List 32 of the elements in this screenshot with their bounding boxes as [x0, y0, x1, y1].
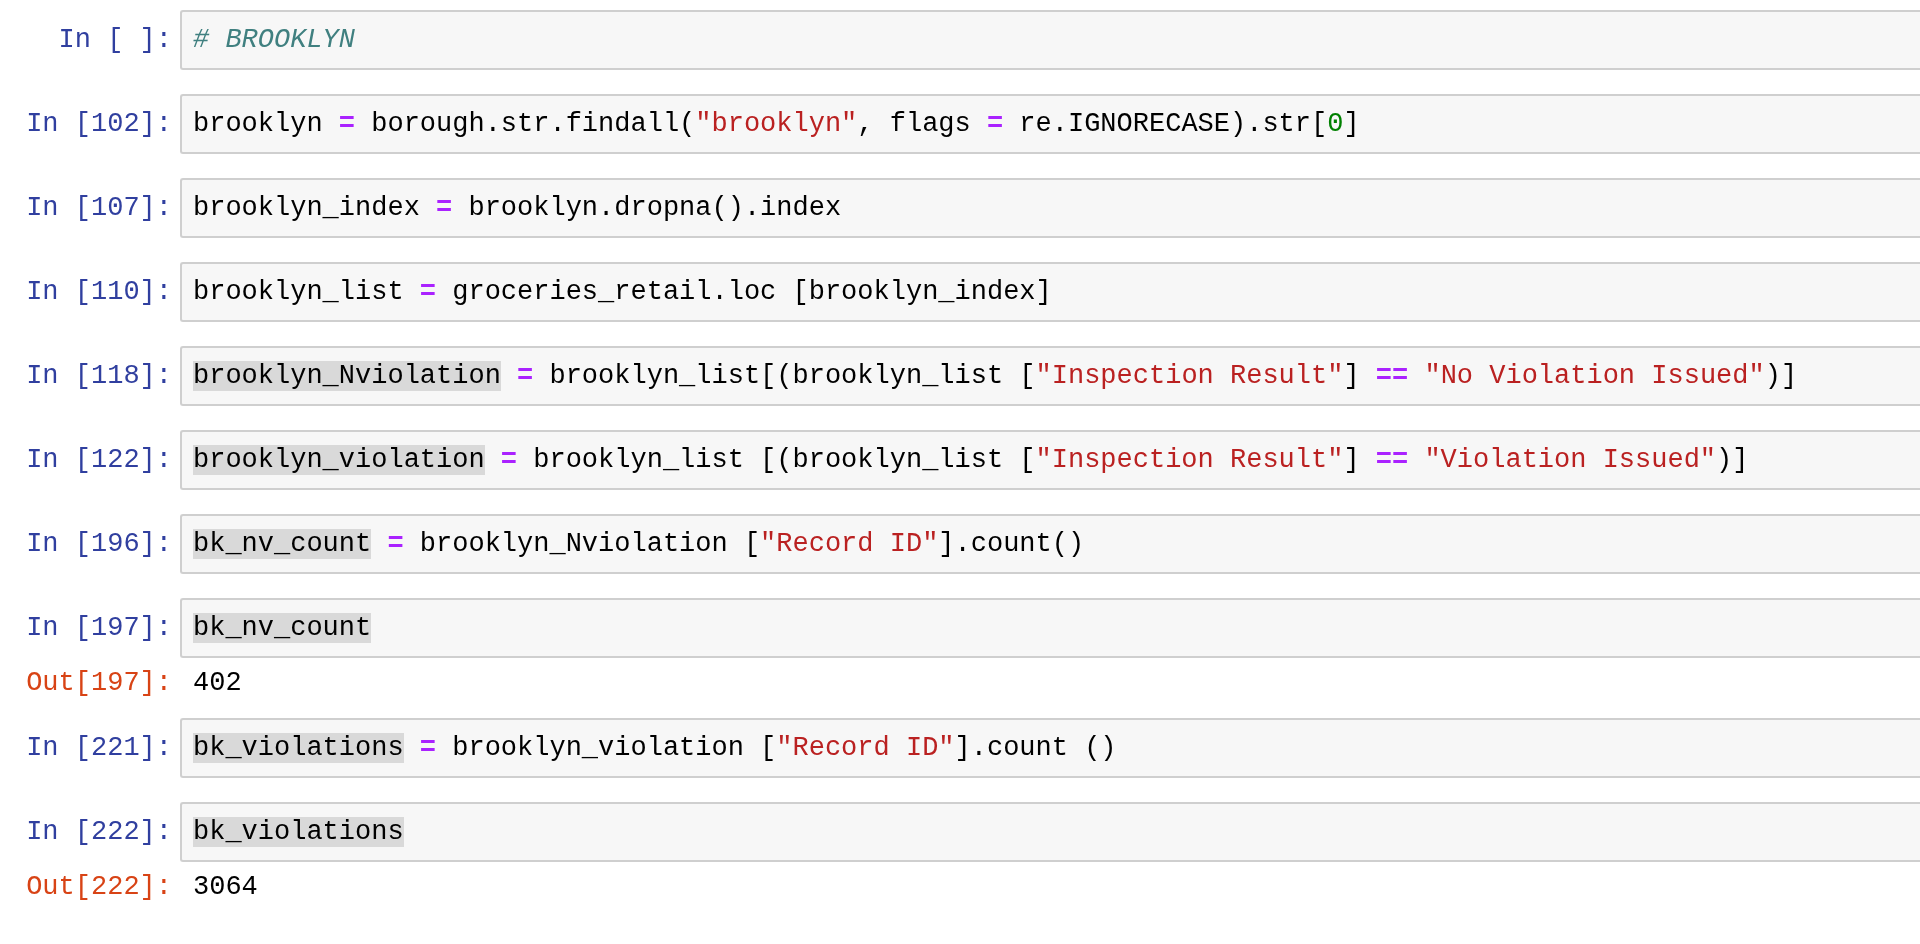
input-prompt: In [118]: — [25, 361, 173, 391]
input-prompt: In [221]: — [25, 733, 173, 763]
input-prompt: In [122]: — [25, 445, 173, 475]
code-cell[interactable]: # BROOKLYN — [180, 10, 1920, 70]
code-cell[interactable]: bk_nv_count — [180, 598, 1920, 658]
code-cell[interactable]: brooklyn_list = groceries_retail.loc [brooklyn_index] — [180, 262, 1920, 322]
input-prompt: In [197]: — [25, 613, 173, 643]
code-cell[interactable]: bk_violations — [180, 802, 1920, 862]
output-prompt: Out[197]: — [25, 668, 173, 698]
input-prompt: In [110]: — [25, 277, 173, 307]
code-cell[interactable]: brooklyn_Nviolation = brooklyn_list[(brooklyn_list ["Inspection Result"] == "No Violation Issued")] — [180, 346, 1920, 406]
output-prompt: Out[222]: — [25, 872, 173, 902]
code-cell[interactable]: bk_nv_count = brooklyn_Nviolation ["Record ID"].count() — [180, 514, 1920, 574]
input-prompt: In [222]: — [25, 817, 173, 847]
code-line: brooklyn_Nviolation = brooklyn_list[(brooklyn_list ["Inspection Result"] == "No Violation Issued")] — [193, 361, 1798, 391]
input-prompt: In [107]: — [25, 193, 173, 223]
code-cell[interactable]: brooklyn_violation = brooklyn_list [(brooklyn_list ["Inspection Result"] == "Violation Issued")] — [180, 430, 1920, 490]
code-line: # BROOKLYN — [193, 25, 356, 55]
code-cell[interactable]: brooklyn_index = brooklyn.dropna().index — [180, 178, 1920, 238]
output-text: 3064 — [192, 872, 258, 902]
code-cell[interactable]: bk_violations = brooklyn_violation ["Record ID"].count () — [180, 718, 1920, 778]
input-prompt: In [102]: — [25, 109, 173, 139]
code-line: brooklyn_index = brooklyn.dropna().index — [193, 193, 842, 223]
code-cell[interactable]: brooklyn = borough.str.findall("brooklyn", flags = re.IGNORECASE).str[0] — [180, 94, 1920, 154]
code-line: bk_nv_count = brooklyn_Nviolation ["Record ID"].count() — [193, 529, 1085, 559]
input-prompt: In [ ]: — [57, 25, 173, 55]
output-text: 402 — [192, 668, 242, 698]
code-line: bk_violations = brooklyn_violation ["Record ID"].count () — [193, 733, 1117, 763]
code-line: brooklyn_violation = brooklyn_list [(brooklyn_list ["Inspection Result"] == "Violation Issued")] — [193, 445, 1749, 475]
code-line: brooklyn = borough.str.findall("brooklyn", flags = re.IGNORECASE).str[0] — [193, 109, 1360, 139]
code-line: brooklyn_list = groceries_retail.loc [brooklyn_index] — [193, 277, 1052, 307]
input-prompt: In [196]: — [25, 529, 173, 559]
